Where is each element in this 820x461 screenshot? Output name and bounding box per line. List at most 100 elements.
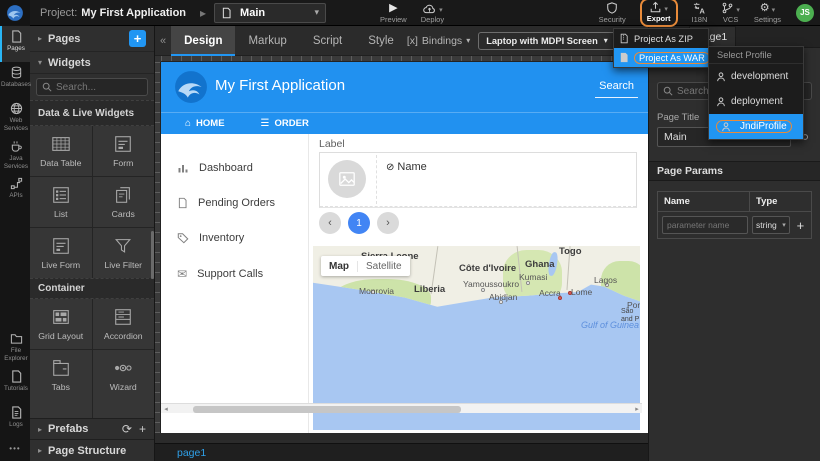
widget-list[interactable]: List bbox=[30, 177, 92, 227]
list-item-row[interactable]: ⊘ Name bbox=[320, 153, 636, 207]
wizard-icon bbox=[112, 358, 134, 378]
satellite-button[interactable]: Satellite bbox=[358, 261, 410, 272]
bindings-button[interactable]: [x] Bindings ▾ bbox=[407, 35, 470, 47]
menu-item-dashboard[interactable]: Dashboard bbox=[177, 162, 253, 174]
widget-grid-layout[interactable]: Grid Layout bbox=[30, 299, 92, 349]
rail-item-logs[interactable]: Logs bbox=[0, 402, 30, 438]
export-button[interactable]: ▾ Export bbox=[640, 0, 678, 27]
rail-item-web-services[interactable]: Web Services bbox=[0, 98, 30, 136]
widgets-section-header[interactable]: ▾ Widgets bbox=[30, 52, 154, 74]
rail-item-java-services[interactable]: Java Services bbox=[0, 136, 30, 174]
page-selector-dropdown[interactable]: Main ▾ bbox=[214, 3, 326, 23]
list-icon bbox=[50, 185, 72, 205]
add-page-button[interactable]: + bbox=[129, 30, 146, 47]
deploy-button[interactable]: ▾ Deploy bbox=[421, 2, 444, 24]
bottom-tab-page1[interactable]: page1 bbox=[177, 447, 206, 459]
tab-style[interactable]: Style bbox=[355, 26, 407, 56]
widget-live-filter[interactable]: Live Filter bbox=[93, 228, 155, 278]
scroll-left-icon[interactable]: ◂ bbox=[161, 405, 171, 413]
i18n-translate-icon: A bbox=[692, 2, 706, 14]
security-button[interactable]: Security bbox=[599, 2, 626, 24]
widget-wizard[interactable]: Wizard bbox=[93, 350, 155, 400]
add-param-button[interactable]: + bbox=[794, 218, 807, 233]
widget-accordion[interactable]: Accordion bbox=[93, 299, 155, 349]
menu-item-project-as-zip[interactable]: Project As ZIP bbox=[614, 29, 708, 48]
pages-section-header[interactable]: ▸ Pages + bbox=[30, 26, 154, 52]
pager-next-button[interactable]: › bbox=[377, 212, 399, 234]
pager-page-1[interactable]: 1 bbox=[348, 212, 370, 234]
map-type-control: Map Satellite bbox=[321, 256, 410, 276]
user-avatar[interactable]: JS bbox=[796, 4, 814, 22]
bottom-page-tabs: page1 bbox=[155, 443, 648, 461]
rail-item-pages[interactable]: Pages bbox=[0, 26, 30, 62]
rail-item-databases[interactable]: Databases bbox=[0, 62, 30, 98]
scroll-right-icon[interactable]: ▸ bbox=[632, 405, 642, 413]
wavemaker-logo[interactable] bbox=[0, 0, 30, 26]
chevron-down-icon: ▾ bbox=[782, 221, 786, 229]
rail-item-file-explorer[interactable]: File Explorer bbox=[0, 328, 30, 366]
panel-scrollbar[interactable] bbox=[151, 231, 154, 279]
tab-design[interactable]: Design bbox=[171, 26, 235, 56]
widget-data-table[interactable]: Data Table bbox=[30, 126, 92, 176]
param-name-input[interactable] bbox=[662, 216, 748, 234]
refresh-icon[interactable]: ⟳ bbox=[122, 422, 132, 436]
tabs-icon bbox=[50, 358, 72, 378]
horizontal-scrollbar[interactable]: ◂ ▸ bbox=[161, 403, 642, 413]
map-label: Monrovia bbox=[359, 286, 394, 296]
widget-live-form[interactable]: Live Form bbox=[30, 228, 92, 278]
param-type-select[interactable]: string ▾ bbox=[752, 216, 790, 234]
chevron-down-icon: ▾ bbox=[736, 6, 740, 14]
more-icon[interactable]: ••• bbox=[0, 438, 30, 461]
widget-partial-2[interactable] bbox=[93, 400, 155, 418]
widget-partial-1[interactable] bbox=[30, 400, 92, 418]
settings-button[interactable]: ⚙ ▾ Settings bbox=[754, 2, 781, 24]
widget-form[interactable]: Form bbox=[93, 126, 155, 176]
collapse-panel-icon[interactable]: « bbox=[155, 35, 171, 47]
section-container: Container bbox=[30, 278, 154, 299]
pagination: ‹ 1 › bbox=[319, 212, 399, 234]
menu-item-project-as-war[interactable]: Project As WAR ▸ bbox=[614, 48, 708, 67]
tutorials-icon bbox=[10, 370, 23, 383]
rail-item-apis[interactable]: APIs bbox=[0, 173, 30, 209]
nav-home[interactable]: ⌂ HOME bbox=[185, 118, 225, 129]
widget-tabs[interactable]: Tabs bbox=[30, 350, 92, 400]
profile-development[interactable]: development bbox=[709, 64, 803, 89]
play-icon: ▶ bbox=[389, 2, 397, 14]
search-icon bbox=[663, 86, 673, 96]
add-prefab-icon[interactable]: + bbox=[139, 422, 146, 436]
blocked-icon: ⊘ bbox=[386, 162, 394, 173]
map-label: Abidjan bbox=[489, 292, 517, 302]
map-label: and P bbox=[621, 316, 639, 323]
widget-search-input[interactable] bbox=[56, 82, 142, 93]
api-nodes-icon bbox=[10, 177, 23, 190]
menu-item-pending-orders[interactable]: Pending Orders bbox=[177, 197, 275, 209]
canvas-toolbar: « Design Markup Script Style [x] Binding… bbox=[155, 26, 648, 56]
pager-prev-button[interactable]: ‹ bbox=[319, 212, 341, 234]
vcs-button[interactable]: ▾ VCS bbox=[721, 2, 740, 24]
nav-order[interactable]: ☰ ORDER bbox=[261, 118, 309, 129]
label-widget[interactable]: Label bbox=[319, 138, 345, 150]
person-icon bbox=[721, 122, 731, 132]
preview-button[interactable]: ▶ Preview bbox=[380, 2, 407, 24]
widget-cards[interactable]: Cards bbox=[93, 177, 155, 227]
page-structure-section-header[interactable]: ▸ Page Structure bbox=[30, 439, 154, 461]
chevron-down-icon: ▾ bbox=[466, 36, 470, 45]
list-widget[interactable]: ⊘ Name bbox=[319, 152, 637, 208]
design-canvas[interactable]: My First Application Search ⌂ HOME ☰ ORD… bbox=[161, 62, 648, 433]
tab-script[interactable]: Script bbox=[300, 26, 355, 56]
rail-item-tutorials[interactable]: Tutorials bbox=[0, 366, 30, 402]
i18n-button[interactable]: A I18N bbox=[692, 2, 708, 24]
scrollbar-thumb[interactable] bbox=[193, 406, 461, 413]
map-button[interactable]: Map bbox=[321, 261, 358, 272]
app-search-link[interactable]: Search bbox=[599, 80, 634, 92]
submenu-header: Select Profile bbox=[709, 47, 803, 64]
tab-markup[interactable]: Markup bbox=[235, 26, 299, 56]
menu-item-support-calls[interactable]: ✉ Support Calls bbox=[177, 267, 263, 281]
prefabs-section-header[interactable]: ▸ Prefabs ⟳ + bbox=[30, 418, 154, 439]
topbar-right-group: Security ▾ Export A I18N ▾ VCS bbox=[592, 0, 820, 27]
device-selector-dropdown[interactable]: Laptop with MDPI Screen ▾ bbox=[478, 32, 616, 50]
container-widgets-grid: Grid Layout Accordion Tabs Wizard bbox=[30, 299, 154, 400]
menu-item-inventory[interactable]: Inventory bbox=[177, 232, 244, 244]
profile-deployment[interactable]: deployment bbox=[709, 89, 803, 114]
profile-jndiprofile[interactable]: JndiProfile bbox=[709, 114, 803, 139]
